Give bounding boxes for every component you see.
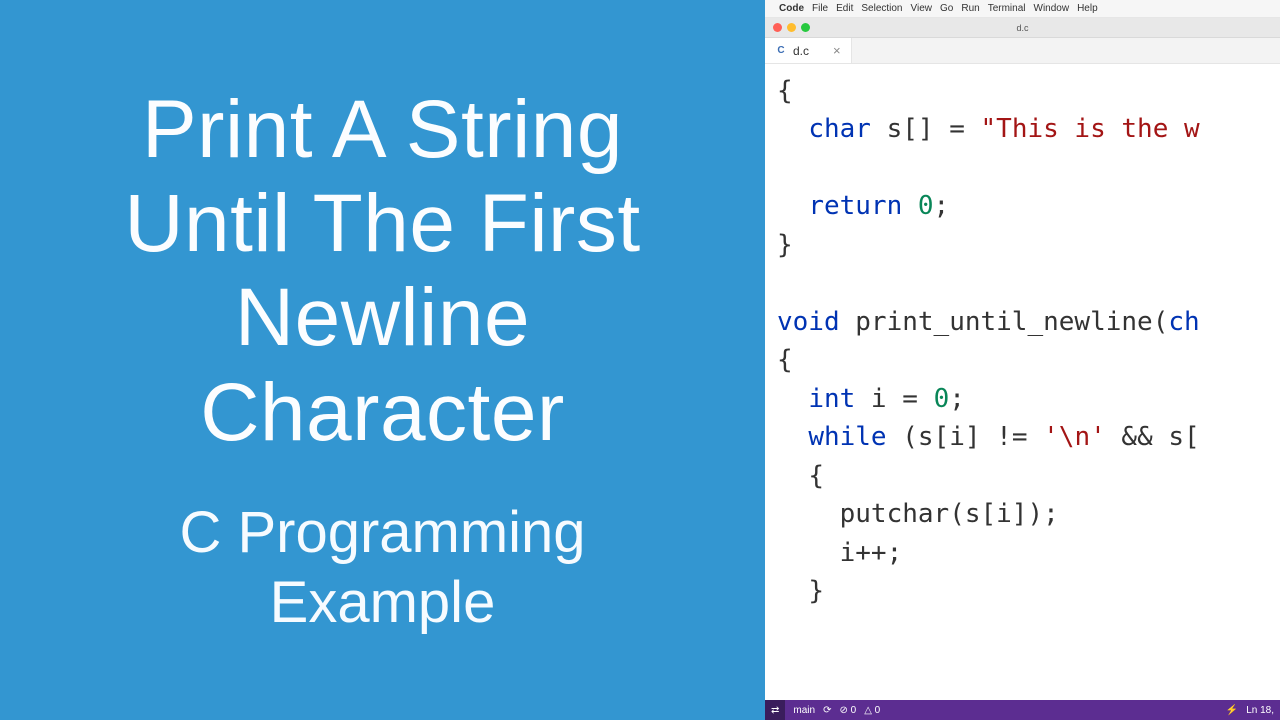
warnings-count[interactable]: △ 0 — [864, 705, 880, 716]
subtitle-block: C Programming Example — [179, 498, 585, 637]
port-icon[interactable]: ⚡ — [1226, 705, 1238, 716]
title-line: Character — [124, 366, 640, 460]
mac-menubar: Code File Edit Selection View Go Run Ter… — [765, 0, 1280, 18]
code-line: char s[] = "This is the w — [777, 110, 1268, 148]
code-line — [777, 149, 1268, 187]
code-line: return 0; — [777, 187, 1268, 225]
minimize-window-button[interactable] — [787, 23, 796, 32]
code-line: { — [777, 72, 1268, 110]
sync-icon[interactable]: ⟳ — [823, 705, 831, 716]
tab-dc[interactable]: C d.c × — [765, 38, 852, 63]
close-window-button[interactable] — [773, 23, 782, 32]
title-line: Print A String — [124, 83, 640, 177]
tab-bar: C d.c × — [765, 38, 1280, 64]
menu-selection[interactable]: Selection — [861, 3, 902, 14]
code-line: while (s[i] != '\n' && s[ — [777, 418, 1268, 456]
menu-edit[interactable]: Edit — [836, 3, 853, 14]
menu-window[interactable]: Window — [1034, 3, 1070, 14]
code-line: putchar(s[i]); — [777, 495, 1268, 533]
errors-count[interactable]: ⊘ 0 — [839, 705, 856, 716]
title-line: Newline — [124, 271, 640, 365]
menu-run[interactable]: Run — [961, 3, 979, 14]
code-line: } — [777, 572, 1268, 610]
remote-icon[interactable]: ⇄ — [765, 700, 785, 720]
window-titlebar: d.c — [765, 18, 1280, 38]
code-line: } — [777, 226, 1268, 264]
code-line: { — [777, 341, 1268, 379]
menu-view[interactable]: View — [911, 3, 933, 14]
traffic-lights — [765, 23, 810, 32]
status-right: ⚡ Ln 18, — [1226, 705, 1274, 716]
maximize-window-button[interactable] — [801, 23, 810, 32]
app-menu[interactable]: Code — [779, 3, 804, 14]
close-tab-icon[interactable]: × — [833, 43, 841, 58]
window-title: d.c — [1016, 23, 1028, 33]
code-line: i++; — [777, 534, 1268, 572]
code-line: { — [777, 457, 1268, 495]
title-line: Until The First — [124, 177, 640, 271]
cursor-position[interactable]: Ln 18, — [1246, 705, 1274, 716]
status-bar: ⇄ main ⟳ ⊘ 0 △ 0 ⚡ Ln 18, — [765, 700, 1280, 720]
editor-panel: Code File Edit Selection View Go Run Ter… — [765, 0, 1280, 720]
code-line: void print_until_newline(ch — [777, 303, 1268, 341]
subtitle-line: C Programming — [179, 498, 585, 568]
tab-label: d.c — [793, 44, 809, 58]
c-file-icon: C — [775, 45, 787, 57]
status-left: ⇄ main ⟳ ⊘ 0 △ 0 — [771, 700, 880, 720]
code-line: int i = 0; — [777, 380, 1268, 418]
title-panel: Print A String Until The First Newline C… — [0, 0, 765, 720]
menu-file[interactable]: File — [812, 3, 828, 14]
code-editor[interactable]: { char s[] = "This is the w return 0;} v… — [765, 64, 1280, 700]
subtitle-line: Example — [179, 568, 585, 638]
title-block: Print A String Until The First Newline C… — [124, 83, 640, 460]
menu-help[interactable]: Help — [1077, 3, 1098, 14]
git-branch[interactable]: main — [793, 705, 815, 716]
menu-go[interactable]: Go — [940, 3, 953, 14]
menu-terminal[interactable]: Terminal — [988, 3, 1026, 14]
code-line — [777, 264, 1268, 302]
